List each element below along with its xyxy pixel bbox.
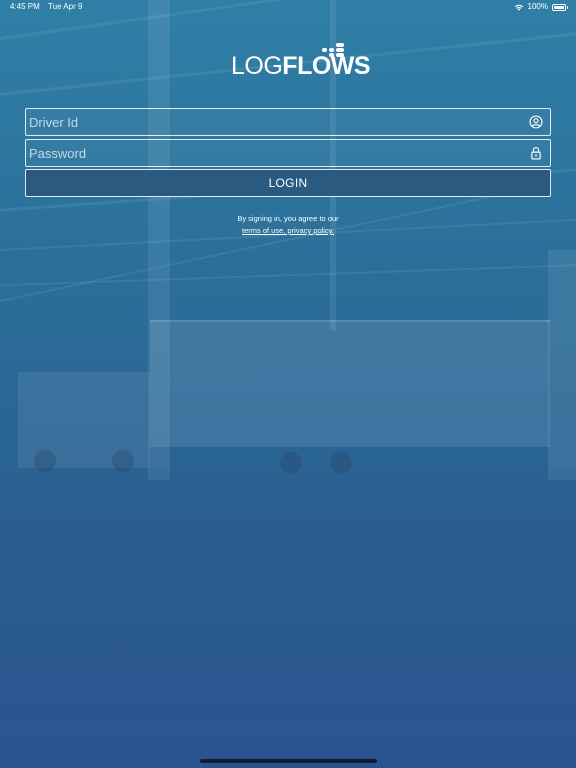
- lock-icon: [531, 147, 541, 160]
- logo-wordmark: LOGFLOWS: [231, 52, 371, 80]
- logo-light-text: LOG: [231, 52, 283, 80]
- status-right: 100%: [514, 0, 568, 14]
- driver-id-input[interactable]: [26, 109, 516, 135]
- status-date: Tue Apr 9: [48, 2, 83, 11]
- terms-link-container: terms of use, privacy policy.: [0, 226, 576, 236]
- login-button[interactable]: LOGIN: [25, 169, 551, 197]
- password-field[interactable]: [25, 139, 551, 167]
- driver-id-field[interactable]: [25, 108, 551, 136]
- terms-notice: By signing in, you agree to our: [237, 214, 339, 223]
- home-indicator[interactable]: [200, 759, 377, 763]
- battery-icon: [552, 3, 568, 11]
- wifi-icon: [514, 4, 523, 11]
- battery-percentage: 100%: [527, 2, 548, 11]
- logo-bold-text: FLOWS: [282, 52, 371, 80]
- battery-fill: [554, 5, 564, 9]
- password-input[interactable]: [26, 140, 516, 166]
- status-left: 4:45 PM Tue Apr 9: [10, 0, 82, 14]
- terms-privacy-link[interactable]: terms of use, privacy policy.: [242, 226, 334, 235]
- status-time: 4:45 PM: [10, 2, 40, 11]
- user-circle-icon: [529, 115, 543, 129]
- status-bar: 4:45 PM Tue Apr 9 100%: [0, 0, 576, 14]
- logflows-logo: LOGFLOWS: [231, 43, 371, 79]
